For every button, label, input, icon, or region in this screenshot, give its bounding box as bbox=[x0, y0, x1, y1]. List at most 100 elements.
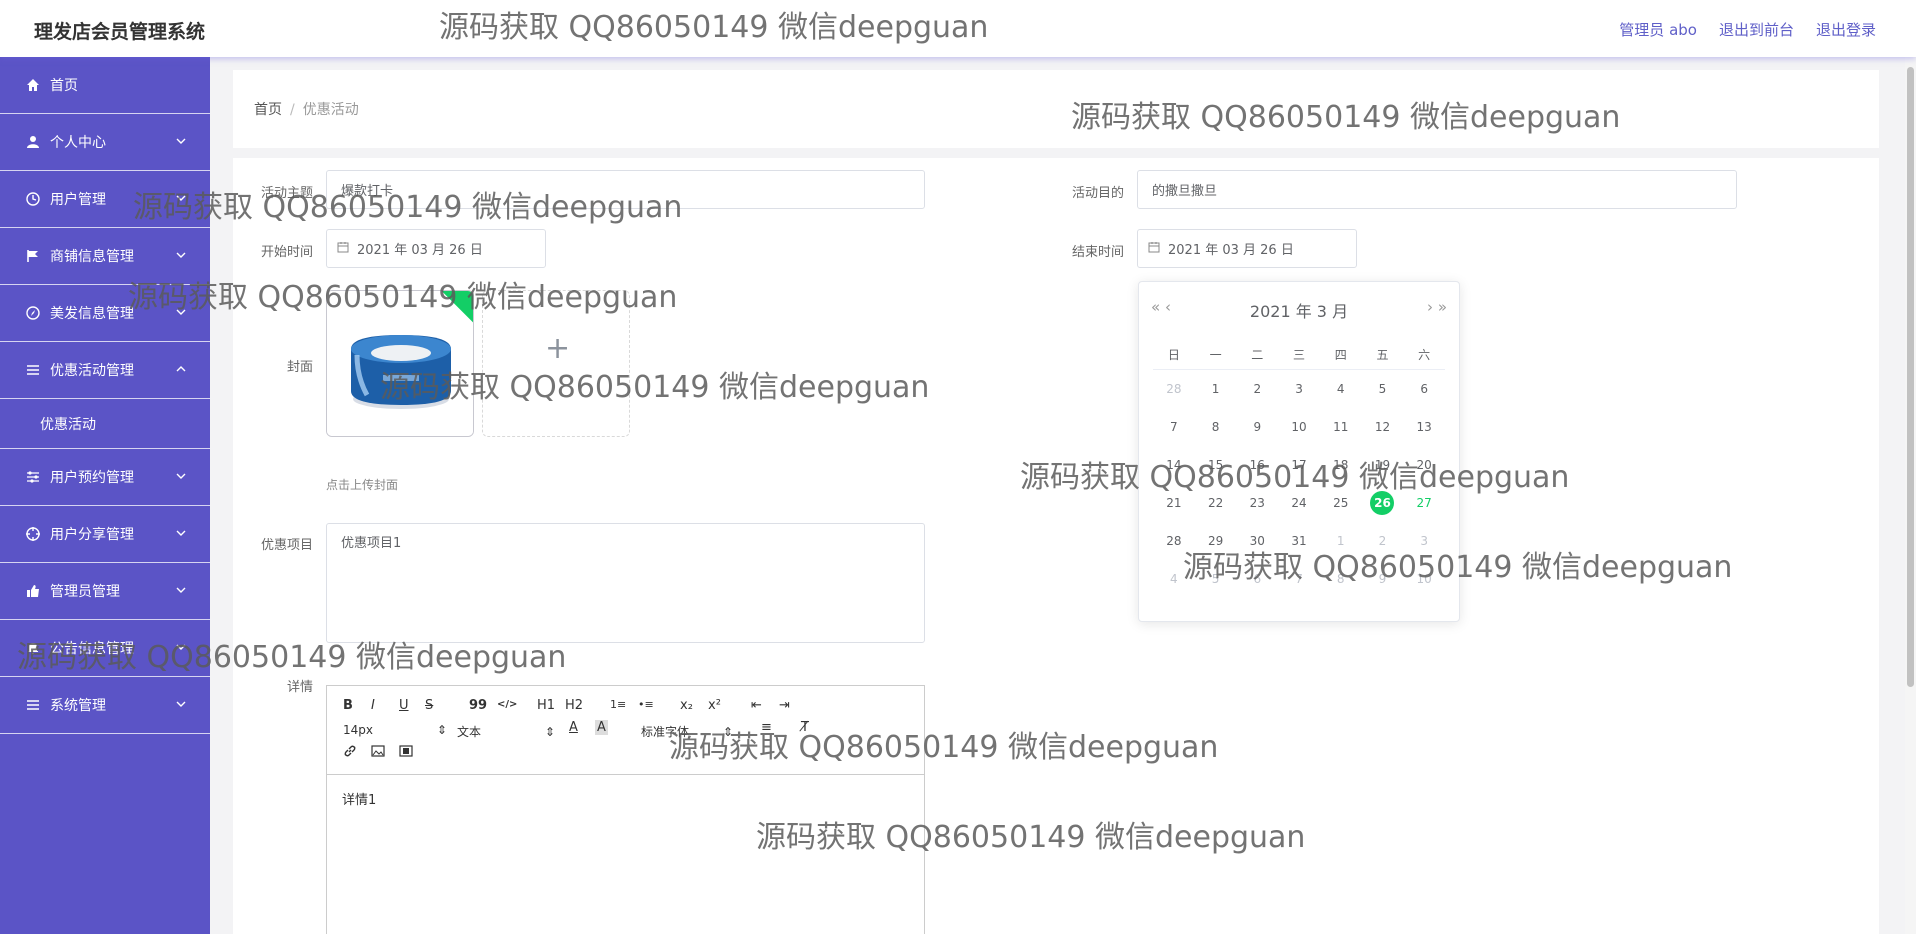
date-cell[interactable]: 1 bbox=[1195, 370, 1237, 408]
date-cell[interactable]: 2 bbox=[1236, 370, 1278, 408]
date-cell[interactable]: 26 bbox=[1362, 484, 1404, 522]
italic-button[interactable]: I bbox=[371, 698, 375, 713]
date-cell[interactable]: 30 bbox=[1236, 522, 1278, 560]
cover-image[interactable] bbox=[326, 290, 474, 437]
date-cell[interactable]: 5 bbox=[1362, 370, 1404, 408]
date-picker-week-row: 28 29 30 31 1 2 3 bbox=[1153, 522, 1445, 560]
bold-button[interactable]: B bbox=[343, 698, 353, 713]
video-icon[interactable] bbox=[399, 744, 413, 762]
date-cell[interactable]: 23 bbox=[1236, 484, 1278, 522]
date-cell[interactable]: 4 bbox=[1320, 370, 1362, 408]
sidebar-item-share-management[interactable]: 用户分享管理 bbox=[0, 506, 210, 563]
sidebar-item-hairdressing-info[interactable]: 美发信息管理 bbox=[0, 285, 210, 342]
date-cell[interactable]: 6 bbox=[1403, 370, 1445, 408]
date-cell[interactable]: 20 bbox=[1403, 446, 1445, 484]
date-cell[interactable]: 10 bbox=[1278, 408, 1320, 446]
sidebar-item-personal-center[interactable]: 个人中心 bbox=[0, 114, 210, 171]
breadcrumb-home[interactable]: 首页 bbox=[254, 102, 282, 118]
sidebar: 首页 个人中心 用户管理 商铺信息管理 美发信息管理 优惠活动管理 优惠活动 用… bbox=[0, 57, 210, 934]
back-to-frontend-link[interactable]: 退出到前台 bbox=[1719, 19, 1794, 40]
sidebar-item-home[interactable]: 首页 bbox=[0, 57, 210, 114]
date-cell[interactable]: 22 bbox=[1195, 484, 1237, 522]
date-cell[interactable]: 11 bbox=[1320, 408, 1362, 446]
date-cell[interactable]: 16 bbox=[1236, 446, 1278, 484]
upload-cover-button[interactable]: + bbox=[482, 290, 630, 437]
date-cell[interactable]: 3 bbox=[1278, 370, 1320, 408]
background-color-icon[interactable]: A bbox=[595, 720, 608, 735]
breadcrumb: 首页 / 优惠活动 bbox=[254, 99, 359, 119]
start-date-input[interactable]: 2021 年 03 月 26 日 bbox=[326, 229, 546, 268]
link-icon[interactable] bbox=[343, 744, 357, 762]
font-family-select[interactable]: 标准字体 ⇕ bbox=[641, 723, 733, 740]
date-cell-label: 11 bbox=[1333, 420, 1349, 434]
date-cell[interactable]: 10 bbox=[1403, 560, 1445, 598]
date-cell[interactable]: 28 bbox=[1153, 522, 1195, 560]
sidebar-item-admin-management[interactable]: 管理员管理 bbox=[0, 563, 210, 620]
date-cell[interactable]: 4 bbox=[1153, 560, 1195, 598]
date-cell[interactable]: 25 bbox=[1320, 484, 1362, 522]
superscript-button[interactable]: x² bbox=[708, 698, 721, 713]
date-cell[interactable]: 21 bbox=[1153, 484, 1195, 522]
strike-button[interactable]: S bbox=[425, 698, 433, 713]
cover-label: 封面 bbox=[286, 360, 313, 375]
date-cell[interactable]: 27 bbox=[1403, 484, 1445, 522]
date-cell[interactable]: 3 bbox=[1403, 522, 1445, 560]
sidebar-item-promotion-management[interactable]: 优惠活动管理 bbox=[0, 342, 210, 399]
text-style-select[interactable]: 文本 ⇕ bbox=[457, 723, 555, 740]
sidebar-subitem-promotions[interactable]: 优惠活动 bbox=[0, 399, 210, 449]
clear-format-icon[interactable]: T̸ bbox=[801, 720, 809, 735]
date-cell[interactable]: 18 bbox=[1320, 446, 1362, 484]
sidebar-item-system-management[interactable]: 系统管理 bbox=[0, 677, 210, 734]
date-cell[interactable]: 8 bbox=[1195, 408, 1237, 446]
vertical-scrollbar[interactable] bbox=[1905, 57, 1916, 934]
next-month-year-buttons[interactable]: › » bbox=[1427, 298, 1447, 316]
date-cell[interactable]: 7 bbox=[1278, 560, 1320, 598]
date-cell-label: 1 bbox=[1211, 382, 1220, 396]
items-textarea[interactable]: 优惠项目1 bbox=[326, 523, 925, 643]
logout-link[interactable]: 退出登录 bbox=[1816, 19, 1876, 40]
date-cell[interactable]: 14 bbox=[1153, 446, 1195, 484]
date-cell[interactable]: 8 bbox=[1320, 560, 1362, 598]
header1-button[interactable]: H1 bbox=[537, 698, 555, 713]
image-icon[interactable] bbox=[371, 744, 385, 762]
align-icon[interactable]: ≡ bbox=[761, 720, 772, 735]
date-cell[interactable]: 2 bbox=[1362, 522, 1404, 560]
underline-button[interactable]: U bbox=[399, 698, 409, 713]
ordered-list-button[interactable]: 1≡ bbox=[610, 698, 626, 711]
sidebar-item-user-management[interactable]: 用户管理 bbox=[0, 171, 210, 228]
theme-input[interactable]: 爆款打卡 bbox=[326, 170, 925, 209]
header2-button[interactable]: H2 bbox=[565, 698, 583, 713]
indent-button[interactable]: ⇥ bbox=[779, 698, 790, 713]
scrollbar-thumb[interactable] bbox=[1907, 67, 1914, 687]
date-cell[interactable]: 28 bbox=[1153, 370, 1195, 408]
blockquote-button[interactable]: 99 bbox=[469, 698, 487, 713]
code-block-button[interactable]: </> bbox=[497, 699, 517, 710]
date-cell[interactable]: 13 bbox=[1403, 408, 1445, 446]
sidebar-item-notice-management[interactable]: 公告信息管理 bbox=[0, 620, 210, 677]
date-cell[interactable]: 29 bbox=[1195, 522, 1237, 560]
subscript-button[interactable]: x₂ bbox=[680, 698, 693, 713]
editor-content[interactable]: 详情1 bbox=[327, 775, 924, 822]
bullet-list-button[interactable]: •≡ bbox=[638, 698, 654, 711]
admin-user-link[interactable]: 管理员 abo bbox=[1619, 19, 1697, 40]
date-cell[interactable]: 24 bbox=[1278, 484, 1320, 522]
date-cell[interactable]: 6 bbox=[1236, 560, 1278, 598]
sidebar-item-reservation-management[interactable]: 用户预约管理 bbox=[0, 449, 210, 506]
bell-icon bbox=[26, 641, 40, 655]
end-date-input[interactable]: 2021 年 03 月 26 日 bbox=[1137, 229, 1357, 268]
date-cell[interactable]: 1 bbox=[1320, 522, 1362, 560]
date-cell[interactable]: 15 bbox=[1195, 446, 1237, 484]
date-cell[interactable]: 7 bbox=[1153, 408, 1195, 446]
sidebar-item-shop-info[interactable]: 商铺信息管理 bbox=[0, 228, 210, 285]
date-cell[interactable]: 9 bbox=[1362, 560, 1404, 598]
date-cell[interactable]: 17 bbox=[1278, 446, 1320, 484]
date-cell[interactable]: 9 bbox=[1236, 408, 1278, 446]
date-cell[interactable]: 5 bbox=[1195, 560, 1237, 598]
font-size-select[interactable]: 14px ⇕ bbox=[343, 723, 447, 737]
date-cell[interactable]: 12 bbox=[1362, 408, 1404, 446]
outdent-button[interactable]: ⇤ bbox=[751, 698, 762, 713]
date-cell[interactable]: 31 bbox=[1278, 522, 1320, 560]
date-cell[interactable]: 19 bbox=[1362, 446, 1404, 484]
purpose-input[interactable]: 的撒旦撒旦 bbox=[1137, 170, 1737, 209]
font-color-icon[interactable]: A bbox=[569, 720, 578, 735]
